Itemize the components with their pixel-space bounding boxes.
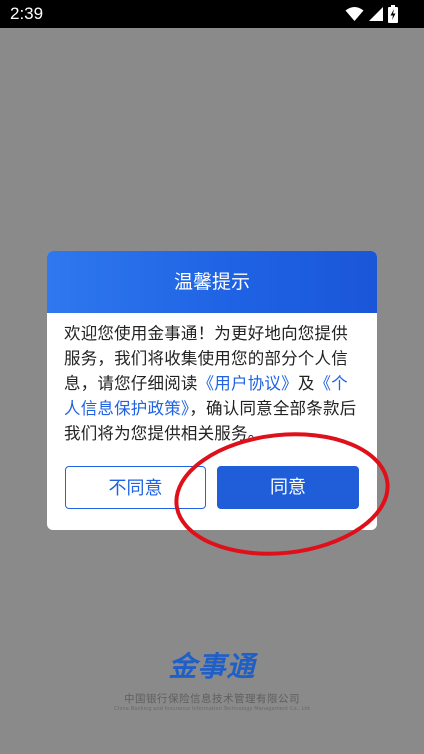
signal-icon [368, 6, 384, 22]
company-name-cn: 中国银行保险信息技术管理有限公司 [124, 693, 300, 705]
dialog-title: 温馨提示 [173, 271, 250, 293]
status-icons [345, 5, 398, 23]
dialog-message: 欢迎您使用金事通！为更好地向您提供服务，我们将收集使用您的部分个人信息，请您仔细… [64, 321, 362, 446]
wifi-icon [345, 6, 364, 22]
agree-button[interactable]: 同意 [217, 466, 359, 509]
user-agreement-link[interactable]: 《用户协议》 [198, 374, 298, 393]
disagree-button[interactable]: 不同意 [65, 466, 206, 509]
status-bar: 2:39 [0, 0, 424, 28]
brand-logo-text: 金事通 [168, 650, 256, 683]
dialog-header: 温馨提示 [47, 251, 377, 313]
privacy-dialog: 温馨提示 欢迎您使用金事通！为更好地向您提供服务，我们将收集使用您的部分个人信息… [47, 251, 377, 530]
status-time: 2:39 [10, 4, 44, 23]
battery-charging-icon [388, 5, 398, 23]
message-text-and: 及 [297, 374, 315, 393]
company-name-en: China Banking and Insurance Information … [114, 706, 310, 712]
footer-logo: 金事通 中国银行保险信息技术管理有限公司 China Banking and I… [0, 650, 424, 713]
